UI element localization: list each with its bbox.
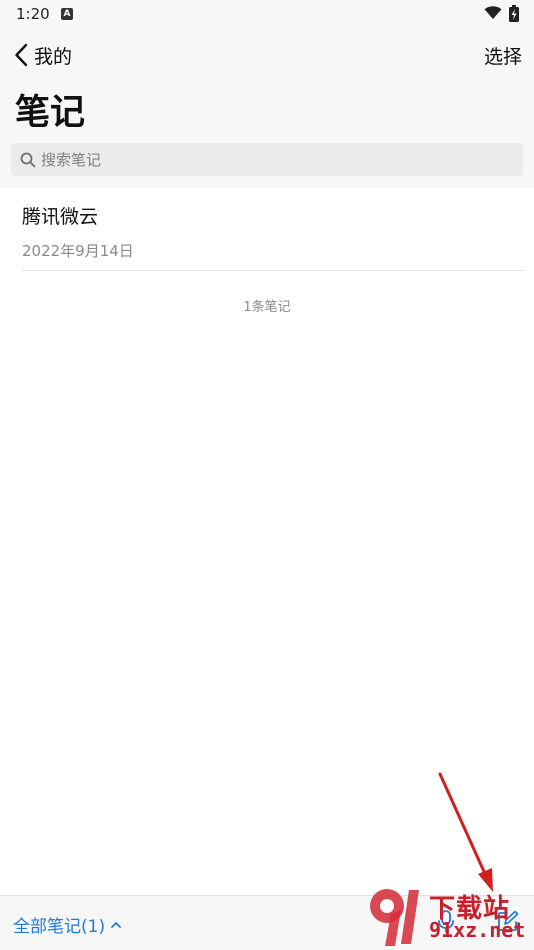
watermark: 下载站 91xz.net — [365, 880, 534, 950]
list-item[interactable]: 腾讯微云 2022年9月14日 — [22, 189, 523, 271]
battery-icon — [509, 5, 519, 22]
chevron-up-icon — [111, 922, 121, 928]
search-input[interactable]: 搜索笔记 — [11, 143, 523, 176]
search-placeholder: 搜索笔记 — [41, 151, 102, 169]
note-title: 腾讯微云 — [22, 206, 99, 228]
chevron-left-icon — [15, 43, 28, 67]
back-button[interactable]: 我的 — [14, 40, 72, 70]
watermark-logo — [370, 889, 419, 946]
note-date: 2022年9月14日 — [22, 242, 134, 260]
folder-selector-button[interactable]: 全部笔记(1) — [13, 912, 121, 937]
back-label: 我的 — [34, 45, 73, 68]
status-bar: 1:20 A — [0, 0, 534, 28]
notification-icon: A — [61, 8, 73, 20]
status-time: 1:20 — [16, 5, 50, 23]
wifi-icon — [484, 6, 502, 19]
search-icon — [20, 152, 36, 167]
note-count: 1条笔记 — [243, 300, 291, 315]
select-button[interactable]: 选择 — [484, 42, 522, 69]
page-title: 笔记 — [15, 93, 86, 133]
watermark-url: 91xz.net — [429, 918, 526, 942]
folder-label: 全部笔记(1) — [13, 917, 106, 937]
header: 我的 选择 笔记 搜索笔记 — [0, 28, 534, 188]
